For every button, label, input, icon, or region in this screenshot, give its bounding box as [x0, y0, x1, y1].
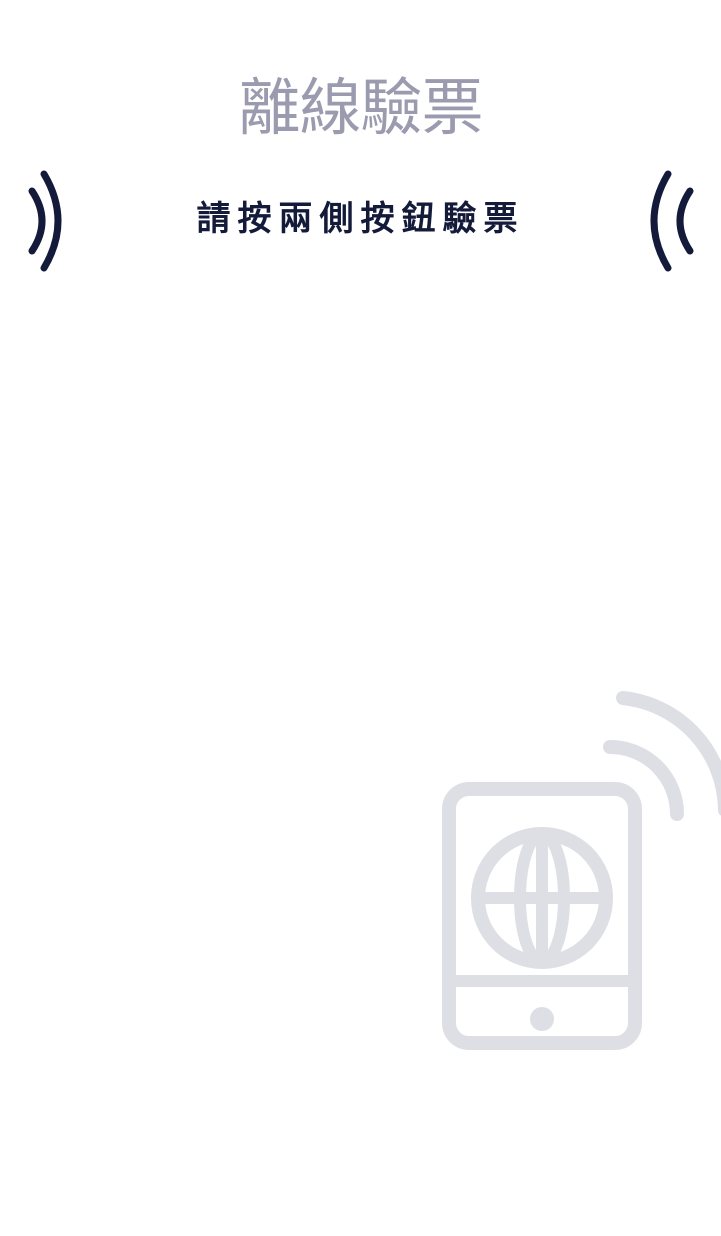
page-title: 離線驗票: [238, 71, 483, 144]
instruction-text: 請按兩側按鈕驗票: [196, 199, 525, 239]
phone-globe-nfc-icon: [430, 680, 721, 1060]
right-signal-waves-icon: [642, 168, 702, 274]
